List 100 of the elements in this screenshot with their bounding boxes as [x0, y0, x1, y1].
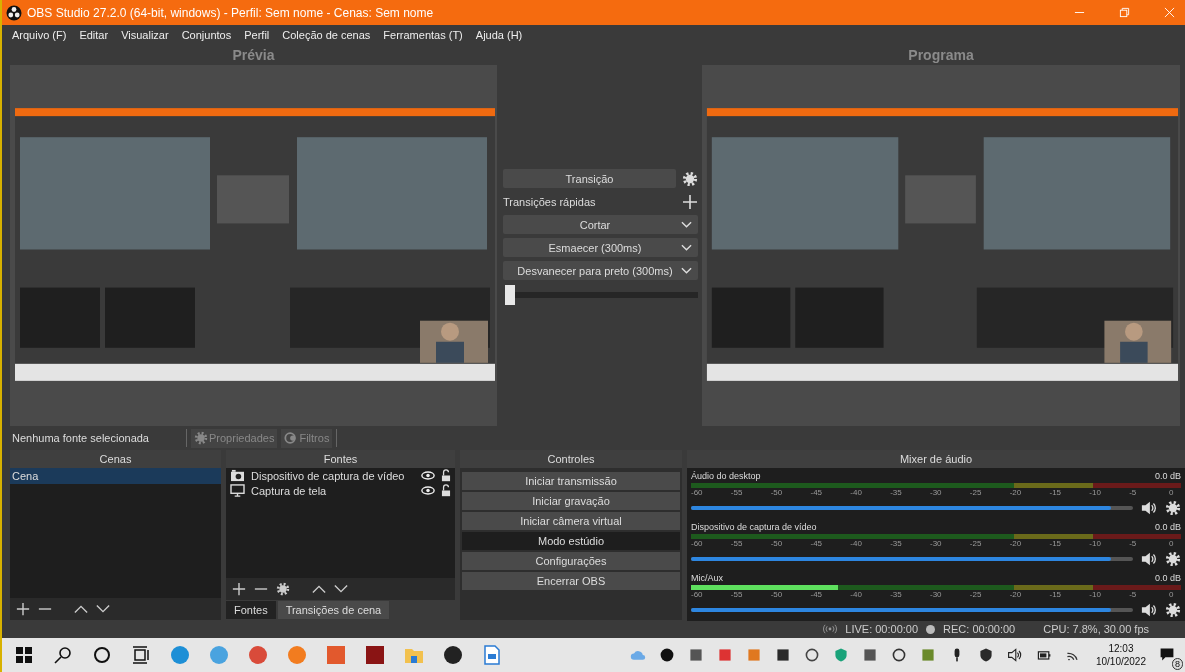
plus-icon[interactable] [682, 193, 698, 210]
app-logo-icon [6, 4, 22, 21]
tray-icon[interactable] [890, 647, 907, 663]
tick-label: -55 [730, 590, 743, 599]
control-button[interactable]: Configurações [462, 552, 680, 570]
lock-icon[interactable] [441, 469, 451, 482]
tick-label: -20 [1009, 590, 1022, 599]
tick-label: -35 [890, 539, 902, 548]
menu-item[interactable]: Arquivo (F) [12, 29, 67, 41]
close-icon[interactable] [1164, 7, 1175, 18]
menu-item[interactable]: Visualizar [121, 29, 169, 41]
source-item[interactable]: Dispositivo de captura de vídeo [251, 469, 415, 482]
gear-icon[interactable] [276, 582, 290, 596]
circle-icon[interactable] [92, 645, 112, 665]
tick-label: -50 [770, 488, 783, 497]
tray-icon[interactable] [861, 647, 878, 663]
dock-tab[interactable]: Fontes [226, 601, 276, 619]
menu-item[interactable]: Conjuntos [181, 29, 232, 41]
tray-icon[interactable] [687, 647, 704, 663]
control-button[interactable]: Iniciar câmera virtual [462, 512, 680, 530]
gear-icon[interactable] [1165, 500, 1181, 516]
tick-label: -40 [850, 590, 862, 599]
tick-label: -40 [850, 539, 862, 548]
eye-icon[interactable] [421, 486, 435, 495]
program-label: Programa [907, 46, 975, 65]
control-button[interactable]: Iniciar gravação [462, 492, 680, 510]
dock-header: Controles [460, 450, 682, 468]
notification-count: 8 [1172, 658, 1183, 670]
menu-item[interactable]: Editar [79, 29, 109, 41]
speaker-icon[interactable] [1141, 500, 1157, 516]
tick-label: -60 [691, 539, 703, 548]
tick-label: -15 [1049, 590, 1062, 599]
tick-label: -50 [770, 590, 783, 599]
control-button[interactable]: Iniciar transmissão [462, 472, 680, 490]
tray-icon[interactable] [658, 647, 675, 663]
tick-label: -30 [930, 590, 942, 599]
tick-label: -5 [1129, 539, 1137, 548]
plus-icon[interactable] [16, 602, 30, 616]
cpu-stats: CPU: 7.8%, 30.00 fps [1043, 623, 1149, 635]
menu-item[interactable]: Ferramentas (T) [383, 29, 463, 41]
document-icon[interactable] [482, 645, 502, 665]
eye-icon[interactable] [421, 471, 435, 480]
tick-label: -15 [1049, 539, 1062, 548]
lock-icon[interactable] [441, 484, 451, 497]
chevron-down-icon[interactable] [681, 243, 692, 252]
chevron-down-icon[interactable] [681, 266, 692, 275]
tray-icon[interactable] [774, 647, 791, 663]
broadcast-icon [823, 622, 838, 636]
pdf-app-icon[interactable] [365, 645, 385, 665]
tick-label: -40 [850, 488, 862, 497]
windows-logo-icon[interactable] [14, 645, 34, 665]
clock-time[interactable]: 12:03 [1108, 642, 1134, 655]
task-view-icon[interactable] [131, 645, 151, 665]
menu-item[interactable]: Perfil [244, 29, 270, 41]
clock-date[interactable]: 10/10/2022 [1095, 655, 1146, 668]
quick-transitions-label: Transições rápidas [503, 195, 597, 208]
tick-label: -50 [770, 539, 783, 548]
live-timer: LIVE: 00:00:00 [845, 623, 919, 635]
restore-icon[interactable] [1119, 7, 1130, 18]
dock-header: Fontes [226, 450, 455, 468]
transition-dropdown[interactable]: Esmaecer (300ms) [503, 238, 698, 257]
browser-icon[interactable] [248, 645, 268, 665]
tray-icon[interactable] [803, 647, 820, 663]
gear-icon[interactable] [1165, 602, 1181, 618]
shield-icon[interactable] [977, 647, 994, 663]
speaker-icon[interactable] [1141, 602, 1157, 618]
chevron-down-icon[interactable] [681, 220, 692, 229]
control-button[interactable]: Modo estúdio [462, 532, 680, 550]
gear-icon[interactable] [1165, 551, 1181, 567]
browser-icon[interactable] [170, 645, 190, 665]
transition-dropdown[interactable]: Cortar [503, 215, 698, 234]
filter-icon [284, 431, 299, 445]
tick-label: -20 [1009, 488, 1022, 497]
source-item[interactable]: Captura de tela [251, 484, 415, 497]
dock-tab[interactable]: Transições de cena [277, 601, 390, 619]
transition-dropdown[interactable]: Desvanecer para preto (300ms) [503, 261, 698, 280]
tick-label: -10 [1089, 488, 1101, 497]
tick-label: -10 [1089, 590, 1101, 599]
notification-icon[interactable] [1159, 646, 1175, 662]
source-status: Nenhuma fonte selecionada [12, 432, 150, 444]
control-button[interactable]: Encerrar OBS [462, 572, 680, 590]
plus-icon[interactable] [232, 582, 246, 596]
gear-icon[interactable] [682, 170, 698, 187]
scene-item[interactable]: Cena [10, 468, 221, 484]
app-icon[interactable] [443, 645, 463, 665]
monitor-icon [230, 484, 245, 497]
speaker-icon[interactable] [1141, 551, 1157, 567]
record-icon [926, 624, 936, 634]
speaker-icon[interactable] [1006, 647, 1023, 663]
tick-label: -5 [1129, 590, 1137, 599]
tick-label: -5 [1129, 488, 1137, 497]
rec-timer: REC: 00:00:00 [943, 623, 1016, 635]
search-icon[interactable] [53, 645, 73, 665]
transition-button[interactable]: Transição [503, 169, 676, 188]
menu-item[interactable]: Coleção de cenas [282, 29, 371, 41]
tick-label: -35 [890, 590, 902, 599]
tick-label: 0 [1169, 488, 1174, 497]
channel-name: Áudio do desktop [691, 471, 761, 481]
menu-item[interactable]: Ajuda (H) [475, 29, 523, 41]
slider-handle[interactable] [505, 285, 515, 305]
